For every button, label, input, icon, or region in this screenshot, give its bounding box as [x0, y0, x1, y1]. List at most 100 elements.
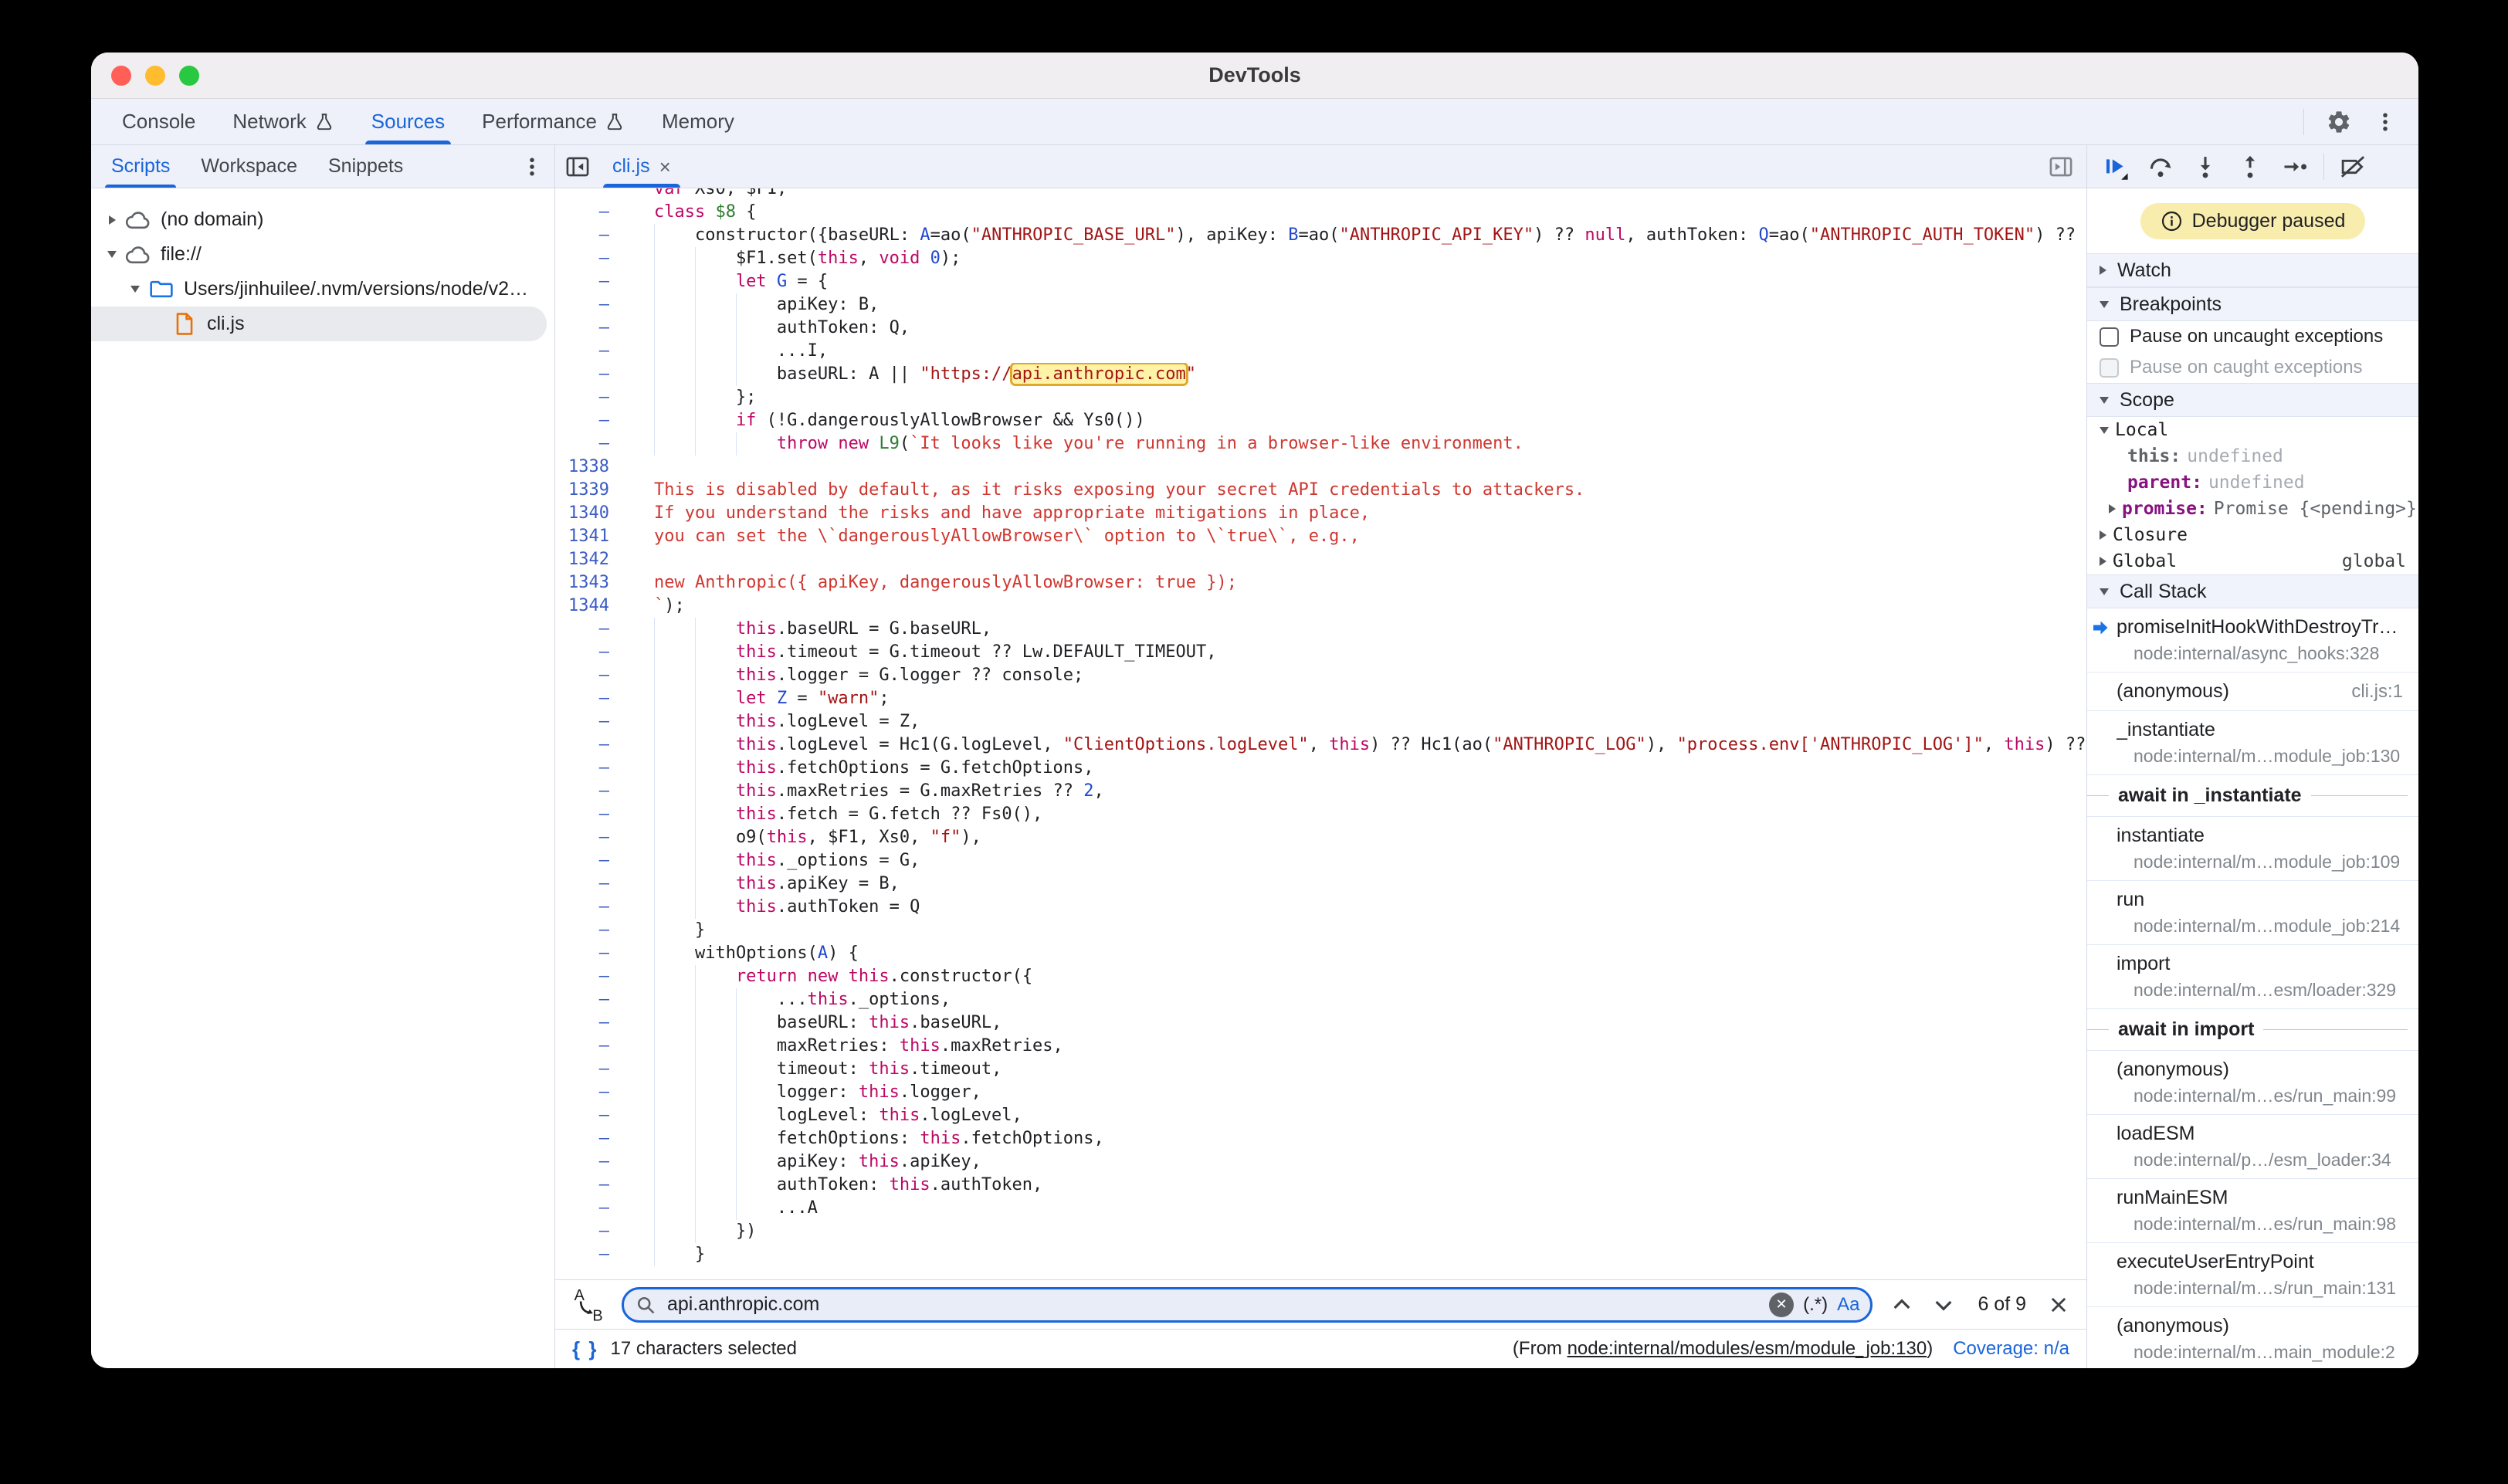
line-gutter[interactable]: – [555, 1197, 623, 1220]
line-gutter[interactable]: – [555, 1011, 623, 1035]
section-call-stack[interactable]: Call Stack [2087, 574, 2418, 608]
line-gutter[interactable]: – [555, 432, 623, 456]
breakpoint-option[interactable]: Pause on caught exceptions [2087, 352, 2418, 383]
more-options-button[interactable] [2374, 110, 2397, 134]
line-gutter[interactable]: – [555, 872, 623, 896]
scope-property-this[interactable]: this:undefined [2087, 443, 2418, 469]
tab-sources[interactable]: Sources [353, 99, 463, 144]
tree-expanded-icon[interactable] [124, 286, 147, 293]
tree-item--no-domain-[interactable]: (no domain) [91, 202, 554, 237]
line-gutter[interactable]: 1341 [555, 525, 623, 548]
stack-frame-loadesm[interactable]: loadESMnode:internal/p…/esm_loader:34 [2087, 1114, 2418, 1178]
stack-frame-instantiate[interactable]: instantiatenode:internal/m…module_job:10… [2087, 816, 2418, 880]
pretty-print-icon[interactable]: { } [572, 1337, 598, 1361]
code-editor[interactable]: var Xs0, $F1;–class $8 {–constructor({ba… [555, 188, 2086, 1279]
line-gutter[interactable]: – [555, 1150, 623, 1174]
scope-property-promise[interactable]: promise:Promise {<pending>} [2087, 496, 2418, 522]
step-out-button[interactable] [2228, 145, 2272, 188]
line-gutter[interactable]: – [555, 363, 623, 386]
line-gutter[interactable]: – [555, 1058, 623, 1081]
scope-group-global[interactable]: Globalglobal [2087, 548, 2418, 574]
section-watch[interactable]: Watch [2087, 253, 2418, 287]
stack-frame-run[interactable]: runnode:internal/m…module_job:214 [2087, 880, 2418, 944]
stack-frame--anonymous-[interactable]: (anonymous)node:internal/m…main_module:2 [2087, 1306, 2418, 1368]
line-gutter[interactable]: – [555, 224, 623, 247]
line-gutter[interactable]: – [555, 687, 623, 710]
line-gutter[interactable]: – [555, 826, 623, 849]
line-gutter[interactable]: – [555, 1127, 623, 1150]
line-gutter[interactable]: – [555, 803, 623, 826]
navigator-menu-button[interactable] [520, 155, 544, 178]
minimize-window-button[interactable] [145, 66, 165, 86]
toggle-drawer-button[interactable] [2048, 154, 2074, 180]
stack-frame--anonymous-[interactable]: (anonymous)node:internal/m…es/run_main:9… [2087, 1050, 2418, 1114]
navigator-tab-workspace[interactable]: Workspace [185, 145, 313, 188]
stack-frame-runmainesm[interactable]: runMainESMnode:internal/m…es/run_main:98 [2087, 1178, 2418, 1242]
clear-search-button[interactable]: ✕ [1769, 1293, 1794, 1317]
line-gutter[interactable]: 1343 [555, 571, 623, 595]
line-gutter[interactable]: – [555, 988, 623, 1011]
line-gutter[interactable]: – [555, 919, 623, 942]
zoom-window-button[interactable] [179, 66, 199, 86]
step-button[interactable] [2272, 145, 2317, 188]
line-gutter[interactable]: – [555, 896, 623, 919]
section-scope[interactable]: Scope [2087, 383, 2418, 417]
search-input[interactable] [666, 1293, 1760, 1316]
regex-toggle[interactable]: (.*) [1803, 1294, 1828, 1316]
line-gutter[interactable]: – [555, 340, 623, 363]
scope-property-parent[interactable]: parent:undefined [2087, 469, 2418, 496]
line-gutter[interactable]: – [555, 386, 623, 409]
line-gutter[interactable]: 1338 [555, 456, 623, 479]
previous-match-button[interactable] [1889, 1293, 1914, 1317]
close-tab-icon[interactable]: × [659, 157, 671, 177]
stack-frame-import[interactable]: importnode:internal/m…esm/loader:329 [2087, 944, 2418, 1008]
tab-console[interactable]: Console [103, 99, 214, 144]
editor-tab-clijs[interactable]: cli.js × [598, 145, 685, 188]
search-field[interactable]: ✕ (.*) Aa [622, 1287, 1873, 1323]
tree-expanded-icon[interactable] [100, 251, 124, 258]
line-gutter[interactable]: – [555, 1174, 623, 1197]
close-window-button[interactable] [111, 66, 131, 86]
from-link[interactable]: node:internal/modules/esm/module_job:130 [1568, 1338, 1927, 1359]
coverage-link[interactable]: Coverage: n/a [1953, 1338, 2069, 1360]
navigator-tab-snippets[interactable]: Snippets [313, 145, 419, 188]
line-gutter[interactable]: 1342 [555, 548, 623, 571]
tab-memory[interactable]: Memory [643, 99, 753, 144]
line-gutter[interactable]: – [555, 664, 623, 687]
line-gutter[interactable]: – [555, 780, 623, 803]
line-gutter[interactable]: – [555, 849, 623, 872]
step-into-button[interactable] [2183, 145, 2228, 188]
tab-network[interactable]: Network [214, 99, 352, 144]
navigator-tab-scripts[interactable]: Scripts [96, 145, 185, 188]
tree-item-file-[interactable]: file:// [91, 237, 554, 272]
stack-frame-promiseinithookwithdestroytr-[interactable]: promiseInitHookWithDestroyTr…node:intern… [2087, 608, 2418, 672]
line-gutter[interactable]: – [555, 409, 623, 432]
line-gutter[interactable]: 1340 [555, 502, 623, 525]
line-gutter[interactable]: – [555, 1081, 623, 1104]
tree-item-users-jinhuilee-nvm-versions-node-v2-[interactable]: Users/jinhuilee/.nvm/versions/node/v2… [91, 272, 554, 307]
line-gutter[interactable]: – [555, 247, 623, 270]
tree-collapsed-icon[interactable] [100, 215, 124, 225]
line-gutter[interactable] [555, 188, 623, 201]
close-find-button[interactable] [2048, 1294, 2069, 1316]
line-gutter[interactable]: – [555, 942, 623, 965]
breakpoint-option[interactable]: Pause on uncaught exceptions [2087, 321, 2418, 352]
line-gutter[interactable]: – [555, 965, 623, 988]
line-gutter[interactable]: – [555, 618, 623, 641]
line-gutter[interactable]: – [555, 757, 623, 780]
line-gutter[interactable]: – [555, 734, 623, 757]
deactivate-breakpoints-button[interactable] [2330, 145, 2375, 188]
line-gutter[interactable]: – [555, 317, 623, 340]
line-gutter[interactable]: – [555, 293, 623, 317]
step-over-button[interactable] [2138, 145, 2183, 188]
stack-frame--instantiate[interactable]: _instantiatenode:internal/m…module_job:1… [2087, 710, 2418, 774]
line-gutter[interactable]: – [555, 1104, 623, 1127]
line-gutter[interactable]: – [555, 270, 623, 293]
resume-button[interactable] [2093, 145, 2138, 188]
scope-group-local[interactable]: Local [2087, 417, 2418, 443]
scope-group-closure[interactable]: Closure [2087, 522, 2418, 548]
line-gutter[interactable]: 1344 [555, 595, 623, 618]
replace-toggle-button[interactable]: AB [572, 1287, 605, 1323]
line-gutter[interactable]: – [555, 1243, 623, 1266]
checkbox[interactable] [2100, 327, 2119, 347]
